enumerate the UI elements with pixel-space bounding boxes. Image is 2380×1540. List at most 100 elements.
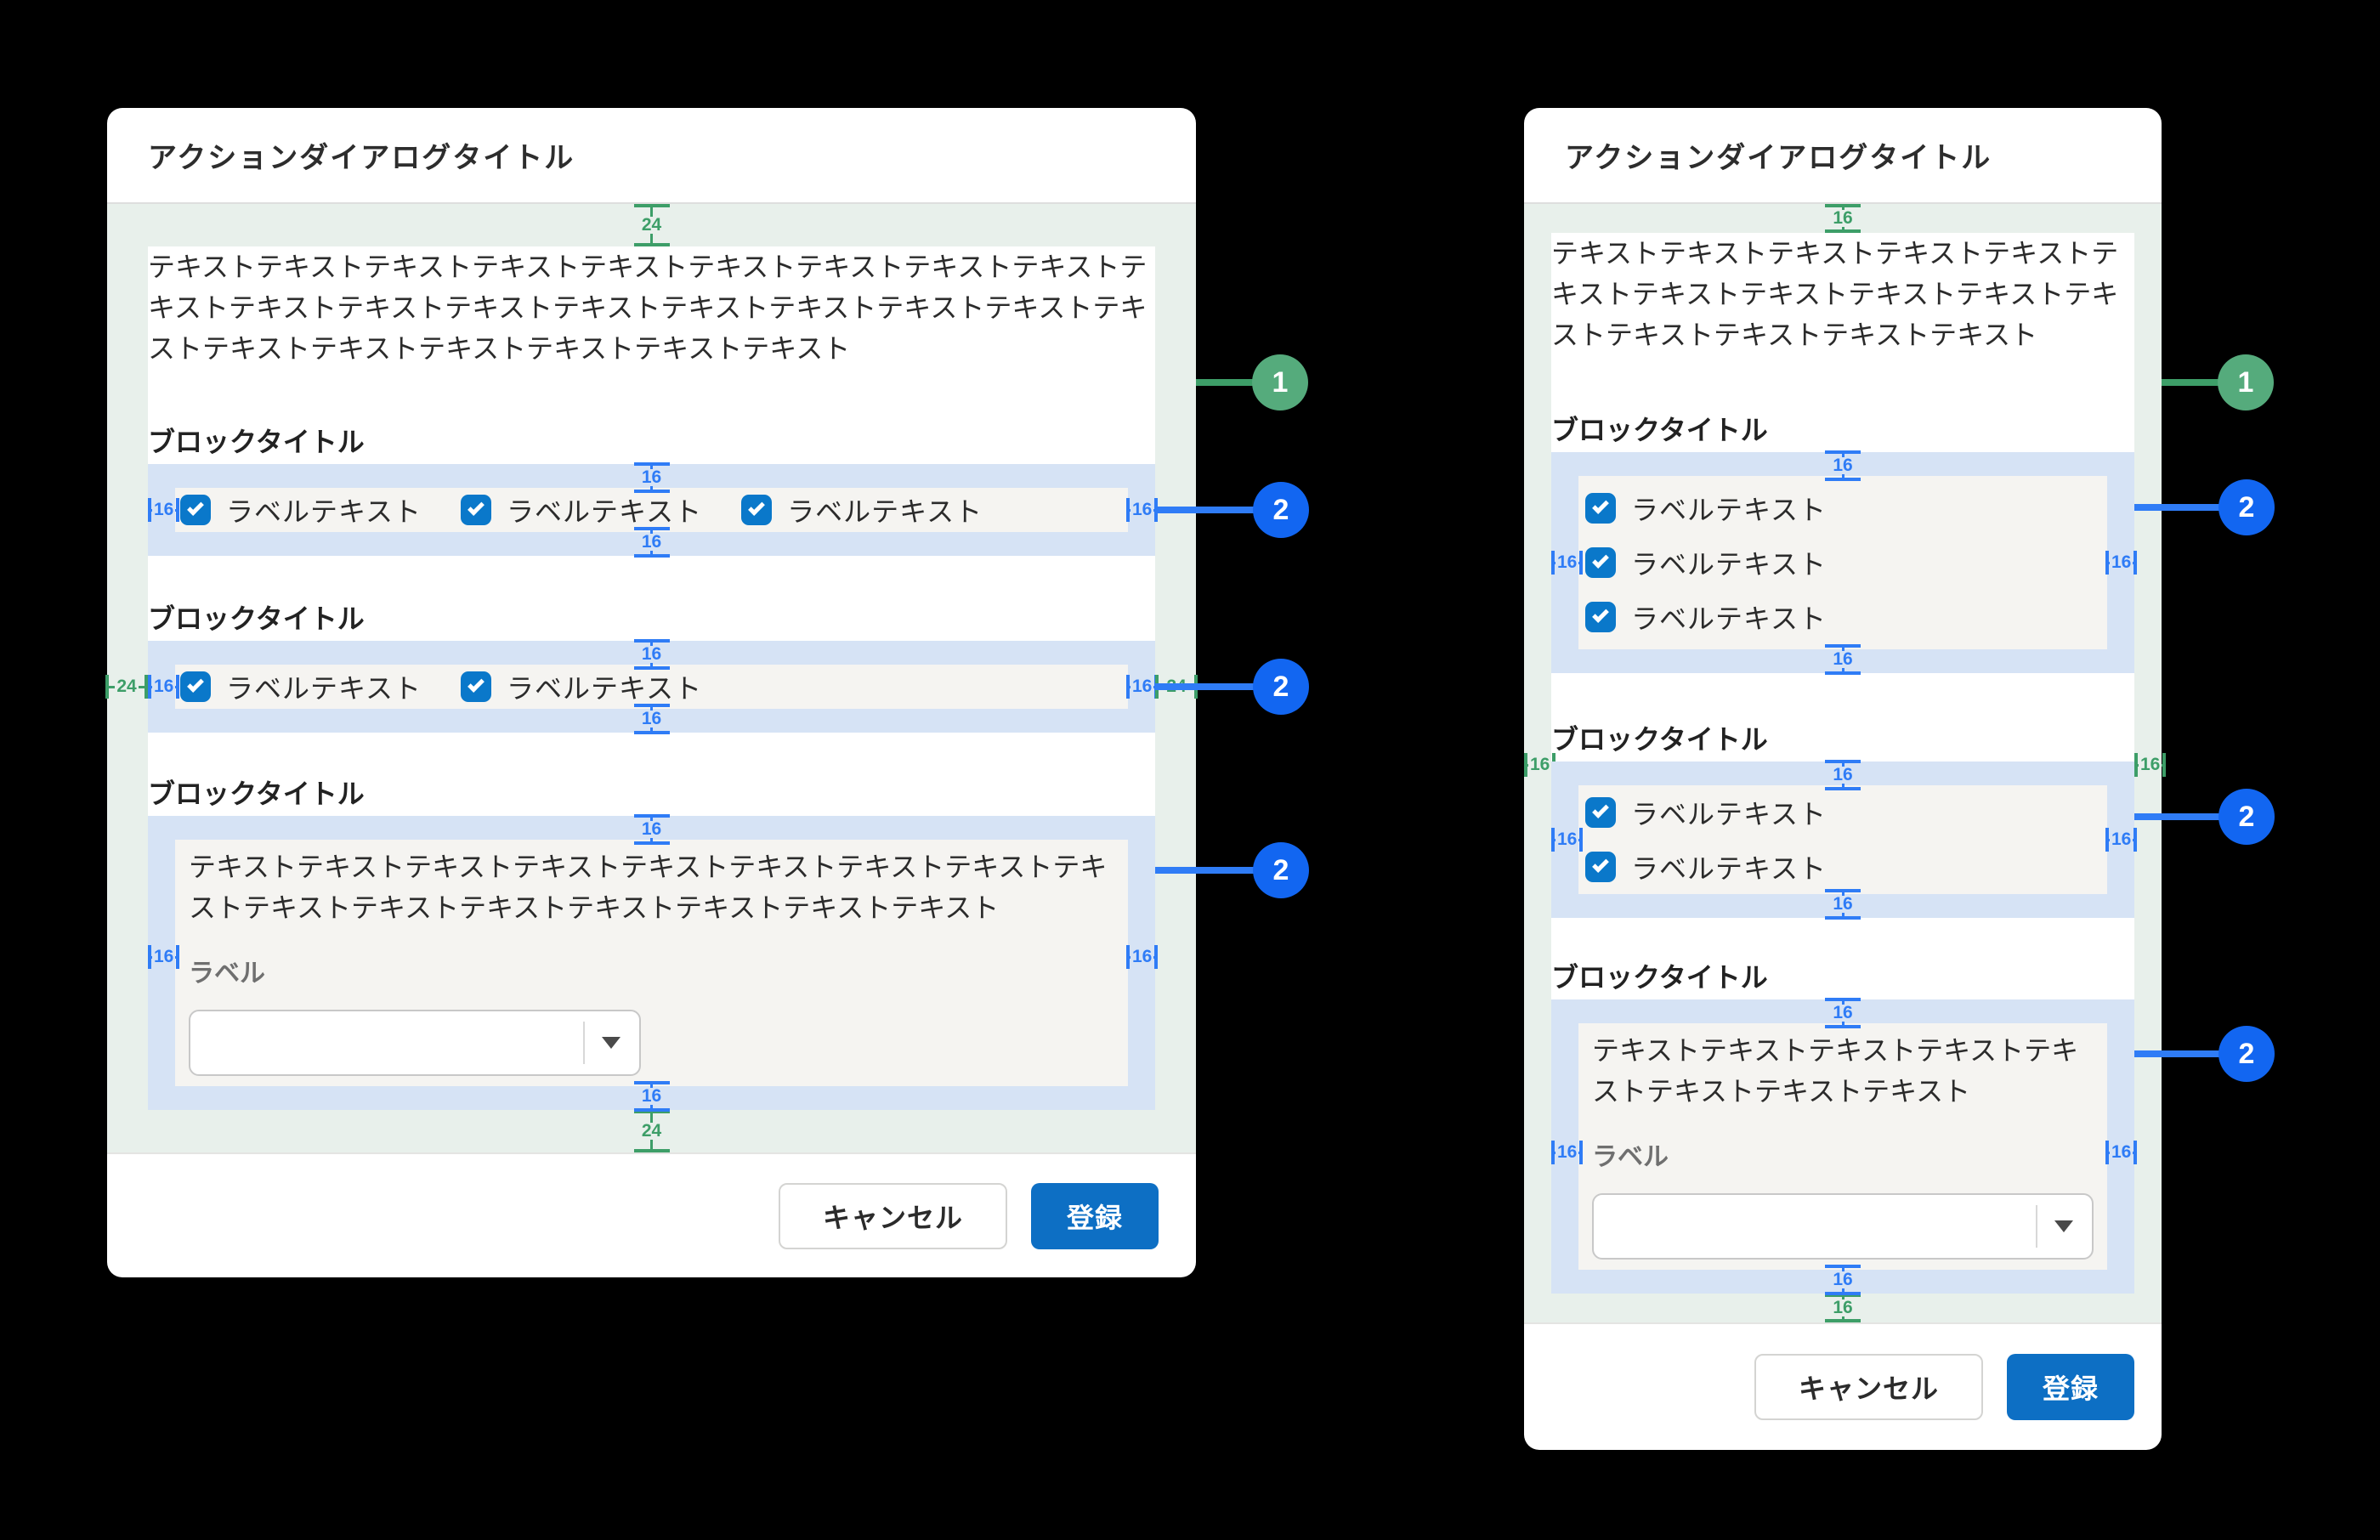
callout-badge-number: 2 (1273, 671, 1289, 704)
spacing-annotation: 24 (105, 675, 148, 699)
block-text: テキストテキストテキストテキストテキストテキストテキストテキスト (1592, 1030, 2094, 1112)
check-icon (468, 499, 484, 516)
spacing-value: 16 (2110, 831, 2133, 848)
spacing-value: 16 (152, 678, 175, 695)
dialog-footer: キャンセル 登録 (1524, 1322, 2162, 1450)
callout-badge-number: 1 (1272, 366, 1289, 399)
spacing-annotation: 16 (1551, 1141, 1580, 1164)
checkbox-option[interactable]: ラベルテキスト (1585, 840, 2100, 894)
checkbox-checked[interactable] (180, 671, 211, 702)
checkbox-checked[interactable] (1585, 493, 1616, 524)
dropdown-select[interactable] (1592, 1193, 2094, 1260)
block-title: ブロックタイトル (1551, 957, 2134, 998)
checkbox-option[interactable]: ラベルテキスト (1585, 535, 2100, 590)
checkbox-checked[interactable] (180, 495, 211, 525)
field-label: ラベル (1592, 1139, 2094, 1176)
checkbox-checked[interactable] (1585, 852, 1616, 882)
checkbox-checked[interactable] (461, 671, 491, 702)
checkbox-label: ラベルテキスト (1631, 597, 1827, 637)
checkbox-option[interactable]: ラベルテキスト (461, 667, 702, 706)
checkbox-option[interactable]: ラベルテキスト (741, 490, 983, 529)
checkbox-option[interactable]: ラベルテキスト (461, 490, 702, 529)
spacing-value: 16 (2110, 554, 2133, 571)
spacing-value: 16 (1130, 948, 1153, 965)
spacing-annotation: 16 (1126, 945, 1155, 969)
check-icon (748, 499, 765, 516)
spacing-value: 16 (1832, 651, 1853, 668)
checkbox-checked[interactable] (461, 495, 491, 525)
spacing-value: 16 (2139, 756, 2162, 773)
submit-button[interactable]: 登録 (2007, 1354, 2134, 1420)
checkbox-option[interactable]: ラベルテキスト (180, 490, 422, 529)
callout-badge-2: 2 (1253, 482, 1309, 538)
checkbox-label: ラベルテキスト (507, 490, 702, 529)
spacing-value: 16 (1832, 896, 1853, 913)
dialog-desktop: アクションダイアログタイトル 24 24 1 テキストテキストテキストテキストテ… (107, 108, 1196, 1272)
callout-badge-2: 2 (1253, 842, 1309, 898)
spacing-value: 16 (1528, 756, 1551, 773)
spacing-value: 16 (1832, 210, 1853, 227)
checkbox-label: ラベルテキスト (1631, 543, 1827, 582)
form-panel: テキストテキストテキストテキストテキストテキストテキストテキスト ラベル (1578, 1023, 2107, 1270)
spacing-annotation: 16 (1524, 753, 1551, 777)
callout-badge-2: 2 (2218, 1026, 2275, 1082)
spacing-annotation: 16 (2105, 551, 2134, 575)
checkbox-checked[interactable] (1585, 547, 1616, 578)
check-icon (1592, 606, 1609, 623)
block-title: ブロックタイトル (148, 598, 1155, 639)
spacing-value: 24 (641, 217, 662, 234)
spacing-value: 16 (1556, 831, 1578, 848)
callout-badge-2: 2 (2218, 479, 2275, 535)
checkbox-block: 16 16 16 16 2 ラベルテキスト ラベルテキスト (148, 464, 1155, 556)
cancel-button[interactable]: キャンセル (1754, 1354, 1983, 1420)
callout-badge-2: 2 (1253, 659, 1309, 715)
cancel-button[interactable]: キャンセル (779, 1183, 1007, 1249)
spacing-value: 16 (1556, 554, 1578, 571)
submit-button[interactable]: 登録 (1031, 1183, 1159, 1249)
spacing-annotation: 16 (2134, 753, 2162, 777)
form-panel: テキストテキストテキストテキストテキストテキストテキストテキストテキストテキスト… (175, 840, 1128, 1086)
callout-badge-number: 2 (1273, 854, 1289, 887)
checkbox-checked[interactable] (741, 495, 772, 525)
checkbox-label: ラベルテキスト (1631, 793, 1827, 832)
checkbox-label: ラベルテキスト (226, 490, 422, 529)
spacing-annotation: 16 (2105, 828, 2134, 852)
checkbox-option[interactable]: ラベルテキスト (180, 667, 422, 706)
checkbox-checked[interactable] (1585, 602, 1616, 632)
checkbox-checked[interactable] (1585, 797, 1616, 828)
checkbox-label: ラベルテキスト (787, 490, 983, 529)
spacing-annotation: 16 (1551, 828, 1580, 852)
spacing-value: 24 (641, 1123, 662, 1140)
checkbox-option[interactable]: ラベルテキスト (1585, 481, 2100, 535)
checkbox-block: 16 16 16 16 24 24 2 ラベルテキスト (148, 641, 1155, 733)
spacing-annotation: 16 (1825, 1294, 1861, 1322)
form-block: 16 16 16 16 2 テキストテキストテキストテキストテキストテキストテキ… (148, 816, 1155, 1110)
callout-badge-number: 2 (2239, 1038, 2255, 1071)
spacing-annotation: 16 (1126, 498, 1155, 522)
checkbox-label: ラベルテキスト (226, 667, 422, 706)
checkbox-option[interactable]: ラベルテキスト (1585, 785, 2100, 840)
spacing-value: 16 (1832, 1005, 1853, 1022)
intro-text: テキストテキストテキストテキストテキストテキストテキストテキストテキストテキスト… (148, 246, 1155, 369)
spacing-value: 16 (1130, 501, 1153, 518)
spacing-annotation: 24 (634, 204, 670, 246)
spacing-annotation: 16 (148, 498, 177, 522)
spacing-value: 16 (641, 1088, 662, 1105)
check-icon (1592, 801, 1609, 818)
dropdown-select[interactable] (189, 1010, 641, 1076)
spacing-value: 16 (1832, 1299, 1853, 1316)
spacing-annotation: 16 (1825, 204, 1861, 233)
check-icon (187, 499, 204, 516)
check-icon (1592, 856, 1609, 873)
form-block: 16 16 16 16 2 テキストテキストテキストテキストテキストテキストテキ… (1551, 999, 2134, 1294)
check-icon (187, 676, 204, 693)
spacing-annotation: 24 (634, 1110, 670, 1152)
spacing-value: 16 (641, 534, 662, 551)
content-panel: テキストテキストテキストテキストテキストテキストテキストテキストテキストテキスト… (148, 246, 1155, 1110)
block-text: テキストテキストテキストテキストテキストテキストテキストテキストテキストテキスト… (189, 846, 1114, 928)
block-title: ブロックタイトル (1551, 410, 2134, 450)
spacing-value: 24 (115, 678, 138, 695)
spacing-value: 16 (1832, 457, 1853, 474)
spacing-annotation: 16 (1126, 675, 1155, 699)
checkbox-option[interactable]: ラベルテキスト (1585, 590, 2100, 644)
